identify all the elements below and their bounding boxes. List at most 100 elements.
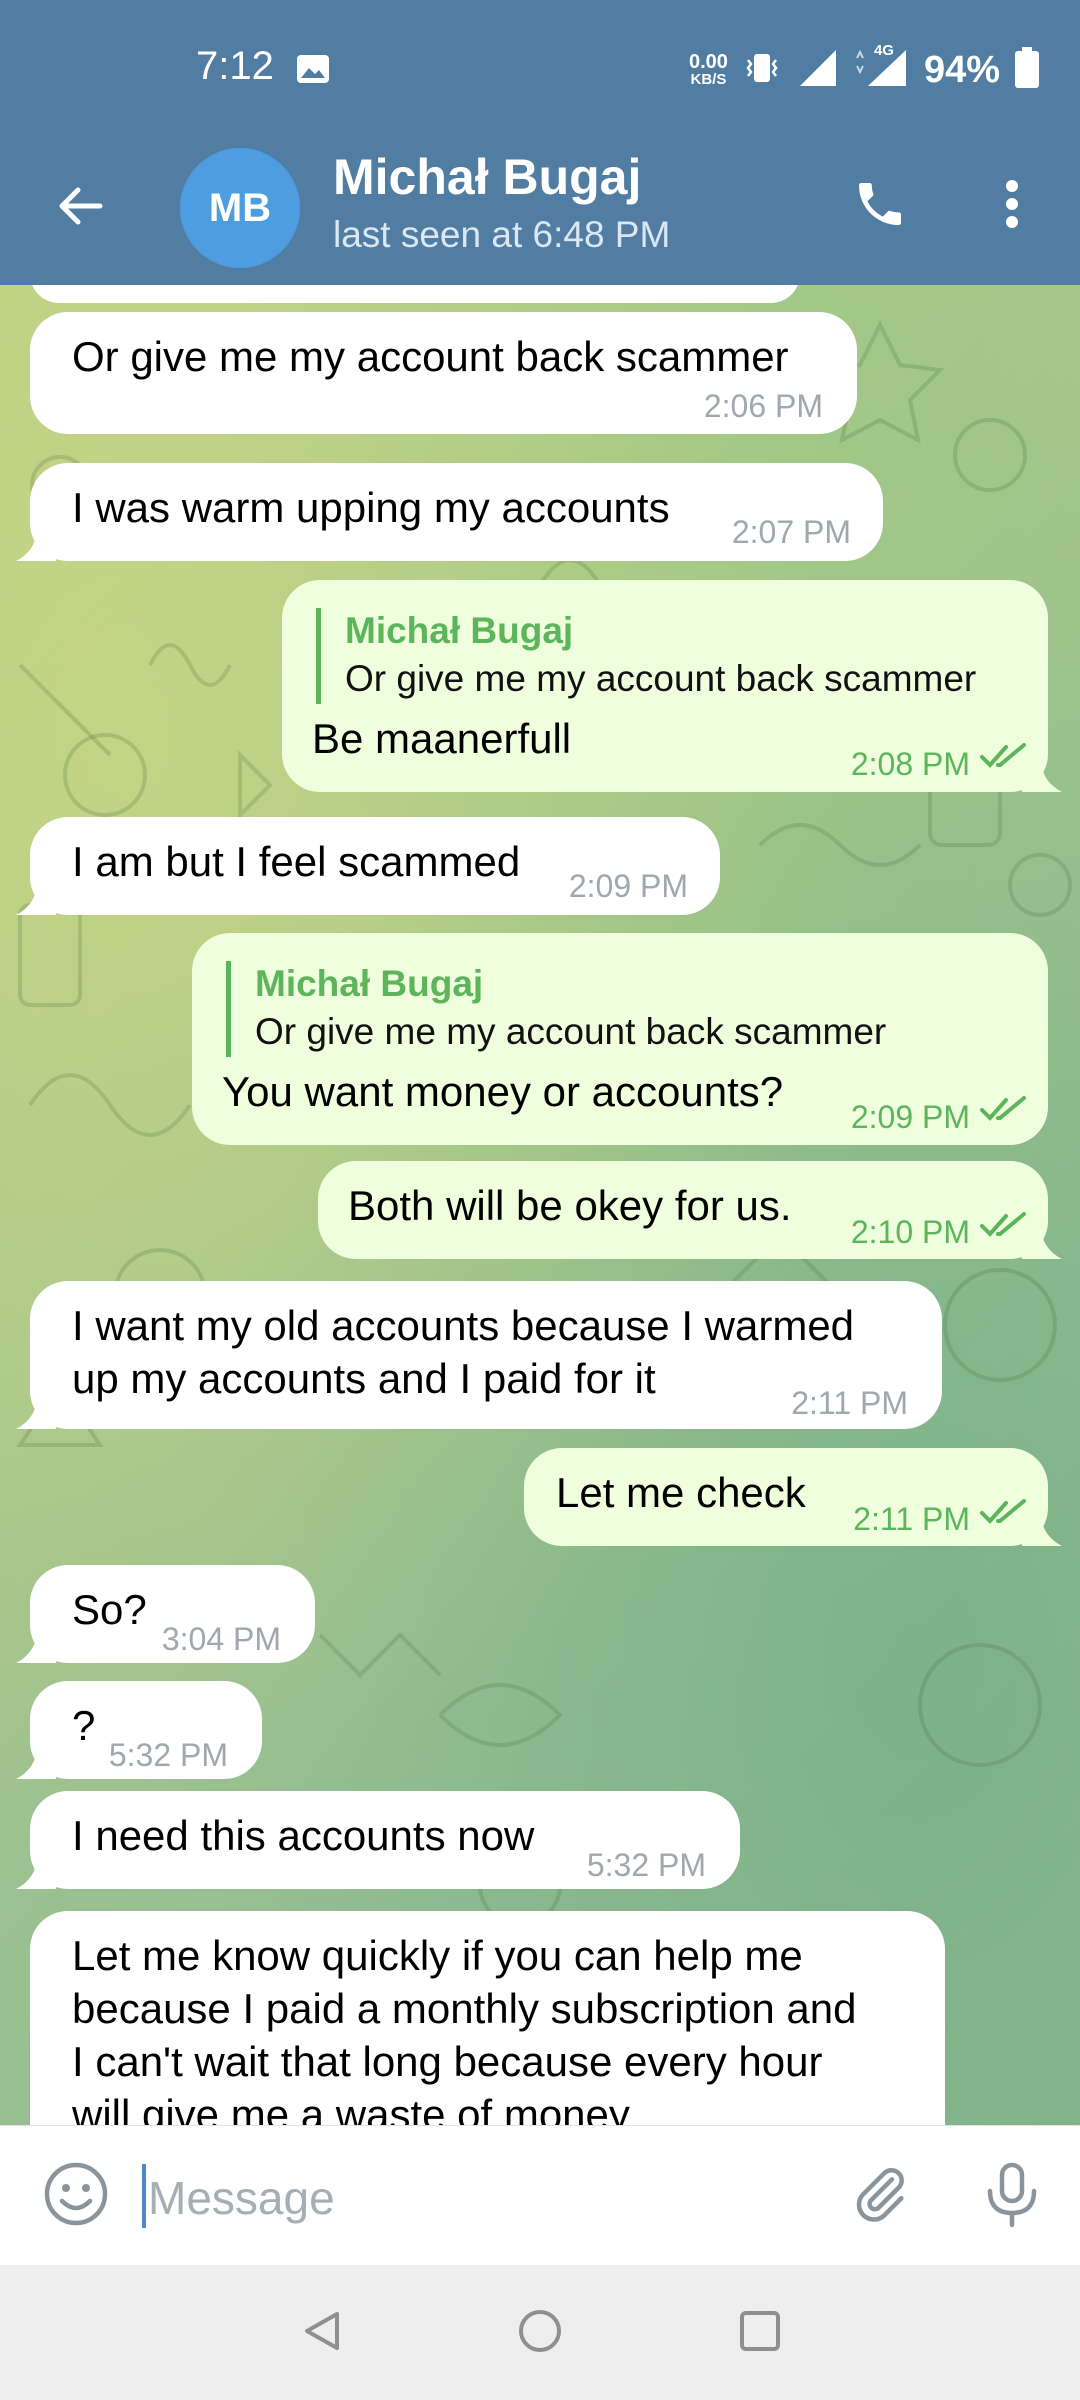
message-text-line: will give me a waste of money bbox=[72, 2091, 630, 2125]
message-text: So? bbox=[72, 1586, 147, 1633]
voice-message-button[interactable] bbox=[972, 2156, 1052, 2236]
message-bubble[interactable]: I was warm upping my accounts 2:07 PM bbox=[16, 463, 883, 561]
avatar-initials: MB bbox=[208, 185, 272, 230]
bubble-tail bbox=[16, 527, 56, 561]
message-time: 5:32 PM bbox=[586, 1847, 706, 1883]
double-check-icon bbox=[980, 1096, 1026, 1121]
signal-4g-icon: 4G bbox=[854, 42, 910, 95]
back-button[interactable] bbox=[40, 168, 120, 248]
message-time: 2:10 PM bbox=[850, 1214, 970, 1250]
status-bar: 7:12 0.00 KB/S 4G 94% bbox=[0, 0, 1080, 140]
double-check-icon bbox=[980, 1212, 1026, 1237]
vibrate-icon bbox=[742, 48, 782, 93]
message-time: 5:32 PM bbox=[108, 1737, 228, 1773]
paperclip-icon bbox=[848, 2162, 912, 2231]
message-bubble[interactable]: I am but I feel scammed 2:09 PM bbox=[16, 817, 720, 915]
message-text-line: Let me know quickly if you can help me bbox=[72, 1932, 803, 1979]
status-indicators: 0.00 KB/S 4G 94% bbox=[689, 38, 1040, 102]
message-time: 2:11 PM bbox=[853, 1501, 970, 1537]
reply-author: Michał Bugaj bbox=[255, 963, 484, 1004]
bubble-tail bbox=[16, 1855, 56, 1889]
nav-recents-icon bbox=[737, 2308, 783, 2359]
message-bubble[interactable]: ? 5:32 PM bbox=[16, 1681, 262, 1779]
more-vertical-icon bbox=[1004, 179, 1020, 234]
phone-icon bbox=[852, 176, 908, 237]
microphone-icon bbox=[982, 2161, 1042, 2232]
message-bubble[interactable]: Let me know quickly if you can help me b… bbox=[30, 1911, 945, 2125]
message-text-line: because I paid a monthly subscription an… bbox=[72, 1985, 857, 2032]
message-bubble[interactable]: Or give me my account back scammer 2:06 … bbox=[30, 312, 857, 434]
message-text: ? bbox=[72, 1702, 96, 1749]
nav-back-icon bbox=[299, 2308, 345, 2359]
system-navigation-bar bbox=[0, 2265, 1080, 2400]
message-input-bar bbox=[0, 2125, 1080, 2266]
message-bubble-outgoing[interactable]: Michał Bugaj Or give me my account back … bbox=[282, 580, 1062, 792]
emoji-button[interactable] bbox=[36, 2156, 116, 2236]
reply-author: Michał Bugaj bbox=[345, 610, 574, 651]
reply-preview[interactable]: Michał Bugaj Or give me my account back … bbox=[316, 608, 976, 704]
message-bubble-outgoing[interactable]: Both will be okey for us. 2:10 PM bbox=[318, 1161, 1062, 1259]
bubble-tail bbox=[16, 1395, 56, 1429]
bubble-tail bbox=[1022, 758, 1062, 792]
message-text: I am but I feel scammed bbox=[72, 838, 521, 885]
message-time: 2:09 PM bbox=[568, 868, 688, 904]
message-time: 2:11 PM bbox=[791, 1385, 908, 1421]
network-speed-value: 0.00 bbox=[689, 51, 728, 73]
reply-text: Or give me my account back scammer bbox=[255, 1011, 887, 1052]
message-bubble[interactable]: So? 3:04 PM bbox=[16, 1565, 315, 1663]
message-bubble[interactable]: I want my old accounts because I warmed … bbox=[16, 1281, 942, 1429]
bubble-tail bbox=[16, 1745, 56, 1779]
message-list[interactable]: Or give me my account back scammer 2:06 … bbox=[0, 285, 1080, 2125]
message-time: 2:08 PM bbox=[850, 746, 970, 782]
message-text-line: I want my old accounts because I warmed bbox=[72, 1302, 855, 1349]
battery-icon bbox=[1014, 46, 1040, 94]
message-bubble-outgoing[interactable]: Michał Bugaj Or give me my account back … bbox=[192, 933, 1048, 1145]
message-time: 3:04 PM bbox=[161, 1621, 281, 1657]
message-bubble-outgoing[interactable]: Let me check 2:11 PM bbox=[524, 1448, 1062, 1546]
double-check-icon bbox=[980, 743, 1026, 768]
status-time: 7:12 bbox=[196, 44, 274, 88]
bubble-tail bbox=[1022, 1225, 1062, 1259]
message-text-line: I can't wait that long because every hou… bbox=[72, 2038, 823, 2085]
message-bubble[interactable]: I need this accounts now 5:32 PM bbox=[16, 1791, 740, 1889]
signal-icon bbox=[796, 46, 840, 95]
message-time: 2:06 PM bbox=[703, 388, 823, 424]
nav-home-icon bbox=[516, 2307, 564, 2360]
nav-home-button[interactable] bbox=[500, 2293, 580, 2373]
message-bubble-partial[interactable] bbox=[30, 285, 800, 303]
message-text: Be maanerfull bbox=[312, 715, 572, 762]
message-text: I was warm upping my accounts bbox=[72, 484, 670, 531]
message-text: Let me check bbox=[556, 1469, 806, 1516]
arrow-left-icon bbox=[54, 180, 106, 237]
reply-text: Or give me my account back scammer bbox=[345, 658, 977, 699]
attach-button[interactable] bbox=[840, 2156, 920, 2236]
more-options-button[interactable] bbox=[972, 166, 1052, 246]
reply-preview[interactable]: Michał Bugaj Or give me my account back … bbox=[226, 961, 886, 1057]
call-button[interactable] bbox=[840, 166, 920, 246]
network-type: 4G bbox=[873, 41, 894, 59]
nav-recents-button[interactable] bbox=[720, 2293, 800, 2373]
network-speed-unit: KB/S bbox=[690, 71, 727, 88]
message-input[interactable] bbox=[146, 2161, 790, 2235]
message-text: Or give me my account back scammer bbox=[72, 333, 789, 380]
message-text: Both will be okey for us. bbox=[348, 1182, 792, 1229]
last-seen-status: last seen at 6:48 PM bbox=[333, 214, 671, 255]
battery-level: 94% bbox=[923, 48, 1000, 91]
message-time: 2:09 PM bbox=[850, 1099, 970, 1135]
bubble-tail bbox=[16, 1629, 56, 1663]
app-bar: MB Michał Bugaj last seen at 6:48 PM bbox=[0, 140, 1080, 285]
image-notification-icon bbox=[296, 54, 330, 84]
nav-back-button[interactable] bbox=[282, 2293, 362, 2373]
double-check-icon bbox=[980, 1499, 1026, 1524]
network-speed: 0.00 KB/S bbox=[689, 52, 728, 88]
message-time: 2:07 PM bbox=[731, 514, 851, 550]
contact-name[interactable]: Michał Bugaj bbox=[333, 148, 641, 206]
message-text-line: up my accounts and I paid for it bbox=[72, 1355, 656, 1402]
bubble-tail bbox=[16, 881, 56, 915]
message-text: I need this accounts now bbox=[72, 1812, 535, 1859]
bubble-tail bbox=[1022, 1512, 1062, 1546]
message-text: You want money or accounts? bbox=[222, 1068, 784, 1115]
avatar[interactable]: MB bbox=[180, 148, 300, 268]
smiley-icon bbox=[43, 2161, 109, 2232]
chat-header: 7:12 0.00 KB/S 4G 94% MB Michał Bugaj la… bbox=[0, 0, 1080, 285]
